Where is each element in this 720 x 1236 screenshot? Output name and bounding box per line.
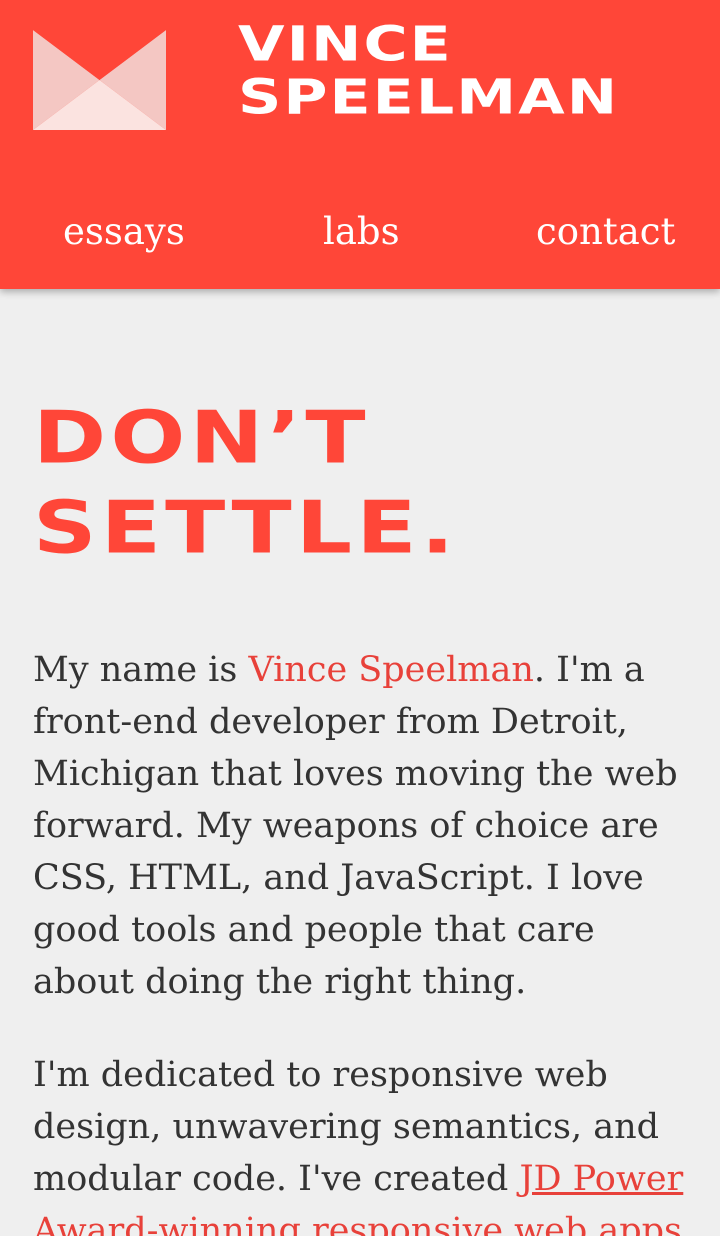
page-headline: DON’T SETTLE. — [33, 399, 454, 579]
second-line-1: I'm dedicated to responsive web — [33, 1055, 608, 1095]
main-content: DON’T SETTLE. My name is Vince Speelman.… — [0, 289, 720, 1236]
headline-line-1: DON’T — [33, 395, 370, 480]
wordmark-line-first: VINCE — [238, 15, 453, 73]
envelope-logo-icon[interactable] — [33, 30, 166, 130]
wordmark-line-last: SPEELMAN — [238, 68, 620, 126]
nav-link-essays[interactable]: essays — [63, 206, 185, 258]
intro-text: My name is — [33, 650, 249, 690]
site-header: VINCE SPEELMAN essays labs contact — [0, 0, 720, 289]
intro-paragraph: My name is Vince Speelman. I'm a front-e… — [33, 644, 693, 1008]
site-wordmark[interactable]: VINCE SPEELMAN — [238, 20, 617, 128]
award-apps-link[interactable]: Award-winning responsive web apps — [33, 1211, 682, 1236]
intro-line-3: Michigan that loves moving the web — [33, 754, 678, 794]
intro-line-4: forward. My weapons of choice are — [33, 806, 659, 846]
intro-text: . I'm a — [533, 650, 645, 690]
nav-link-contact[interactable]: contact — [536, 206, 675, 258]
headline-line-2: SETTLE. — [33, 485, 459, 570]
intro-line-6: good tools and people that care — [33, 910, 595, 950]
second-line-2: design, unwavering semantics, and — [33, 1107, 660, 1147]
second-paragraph: I'm dedicated to responsive web design, … — [33, 1049, 693, 1236]
intro-line-1: My name is Vince Speelman. I'm a — [33, 644, 693, 696]
second-text: modular code. I've created — [33, 1159, 520, 1199]
intro-line-5: CSS, HTML, and JavaScript. I love — [33, 858, 644, 898]
jd-power-link[interactable]: JD Power — [519, 1159, 683, 1199]
author-name-link[interactable]: Vince Speelman — [248, 650, 533, 690]
second-line-4: Award-winning responsive web apps — [33, 1205, 693, 1236]
nav-link-labs[interactable]: labs — [323, 206, 400, 258]
second-line-3: modular code. I've created JD Power — [33, 1153, 693, 1205]
intro-line-7: about doing the right thing. — [33, 962, 527, 1002]
intro-line-2: front-end developer from Detroit, — [33, 702, 628, 742]
main-nav: essays labs contact — [0, 206, 720, 258]
